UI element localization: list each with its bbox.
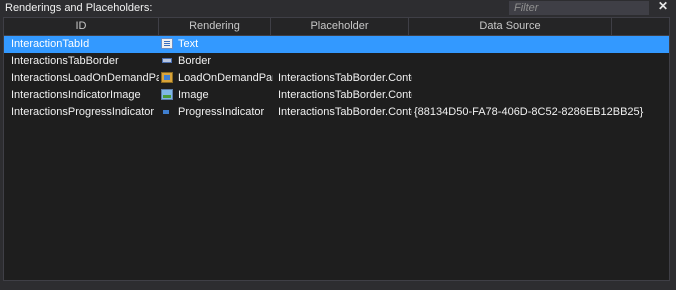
row-rendering-label: LoadOnDemandPanel — [178, 72, 273, 84]
row-rendering-label: Border — [178, 55, 212, 67]
panel-title-bar: Renderings and Placeholders: ✕ — [0, 0, 676, 16]
panel-title: Renderings and Placeholders: — [5, 2, 153, 14]
row-id: InteractionsProgressIndicator — [11, 106, 155, 118]
row-rendering: Border — [161, 53, 273, 70]
row-data-source: {88134D50-FA78-406D-8C52-8286EB12BB25} — [414, 106, 644, 118]
row-id: InteractionsTabBorder — [11, 55, 119, 67]
renderings-grid: ID Rendering Placeholder Data Source Int… — [3, 17, 670, 281]
row-rendering: ProgressIndicator — [161, 104, 273, 121]
column-header-filler — [612, 18, 669, 35]
table-row[interactable]: InteractionsIndicatorImage Image Interac… — [4, 87, 669, 104]
row-id: InteractionTabId — [11, 38, 90, 50]
column-header-rendering[interactable]: Rendering — [159, 18, 271, 35]
row-data-source — [414, 70, 669, 87]
table-row[interactable]: InteractionTabId Text — [4, 36, 669, 53]
row-rendering-label: Text — [178, 38, 199, 50]
panel-bottom-bar — [0, 283, 676, 290]
table-row[interactable]: InteractionsTabBorder Border — [4, 53, 669, 70]
grid-header: ID Rendering Placeholder Data Source — [4, 18, 669, 36]
table-row[interactable]: InteractionsProgressIndicator ProgressIn… — [4, 104, 669, 121]
grid-rows: InteractionTabId Text InteractionsTabBor… — [4, 36, 669, 121]
row-placeholder: InteractionsTabBorder.Content — [278, 106, 412, 118]
row-placeholder — [278, 36, 412, 53]
row-data-source — [414, 53, 669, 70]
close-icon[interactable]: ✕ — [656, 0, 670, 14]
load-on-demand-panel-icon — [161, 72, 173, 83]
progress-indicator-icon — [161, 106, 173, 117]
column-header-id[interactable]: ID — [4, 18, 159, 35]
row-id: InteractionsIndicatorImage — [11, 89, 141, 101]
text-icon — [161, 38, 173, 49]
row-rendering-label: ProgressIndicator — [178, 106, 265, 118]
row-rendering: LoadOnDemandPanel — [161, 70, 273, 87]
row-rendering-label: Image — [178, 89, 209, 101]
row-id: InteractionsLoadOnDemandPanel — [11, 72, 159, 84]
row-placeholder: InteractionsTabBorder.Content — [278, 89, 412, 101]
row-data-source — [414, 87, 669, 104]
row-placeholder — [278, 53, 412, 70]
renderings-placeholders-panel: Renderings and Placeholders: ✕ ID Render… — [0, 0, 676, 290]
row-rendering: Image — [161, 87, 273, 104]
column-header-data-source[interactable]: Data Source — [409, 18, 612, 35]
row-data-source — [414, 36, 669, 53]
filter-input[interactable] — [509, 1, 649, 15]
table-row[interactable]: InteractionsLoadOnDemandPanel LoadOnDema… — [4, 70, 669, 87]
image-icon — [161, 89, 173, 100]
column-header-placeholder[interactable]: Placeholder — [271, 18, 409, 35]
border-icon — [161, 55, 173, 66]
row-rendering: Text — [161, 36, 273, 53]
row-placeholder: InteractionsTabBorder.Content — [278, 72, 412, 84]
